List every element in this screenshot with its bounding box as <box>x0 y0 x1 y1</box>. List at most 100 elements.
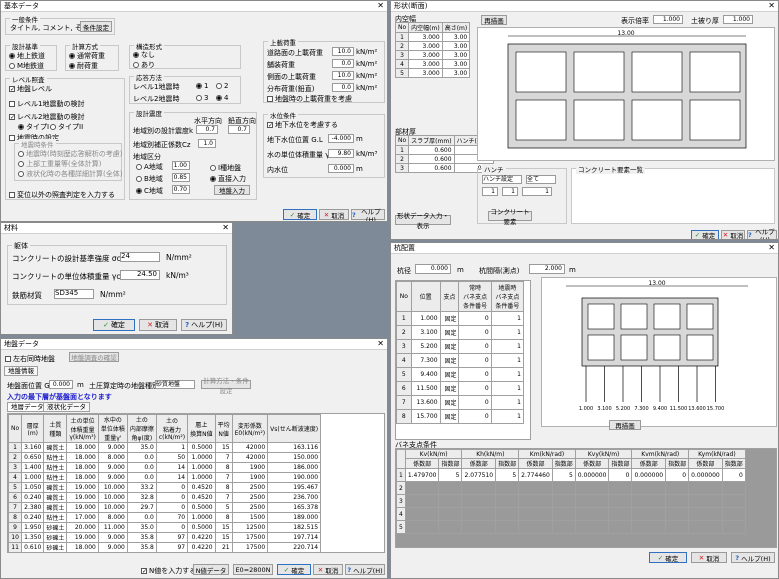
soil-row[interactable]: 1 3.160 礫質土 18.000 9.000 35.0 1 0.5000 15 42000 16… <box>8 442 326 453</box>
spring-cell[interactable] <box>631 507 667 521</box>
inner-width-row-cell[interactable]: 3.000 <box>408 32 443 42</box>
soil-row-cell[interactable]: 1.0000 <box>187 462 216 473</box>
soil-row-cell[interactable]: 50 <box>155 452 189 463</box>
soil-row-cell[interactable]: 18.000 <box>66 472 99 483</box>
spring-cell[interactable] <box>574 507 610 521</box>
kh-v-field[interactable]: 0.7 <box>228 125 250 134</box>
inner-width-row-cell[interactable]: 3.00 <box>441 32 471 42</box>
soil-row[interactable]: 10 1.350 砂礫土 19.000 9.000 35.8 97 0.4220 15 17500… <box>8 532 326 543</box>
calc-radio-1[interactable]: 通常荷重 <box>69 51 105 61</box>
spring-cell[interactable] <box>461 481 497 495</box>
soil-row-cell[interactable]: 9.000 <box>97 462 128 473</box>
soil-row-cell[interactable]: 1.0000 <box>187 472 216 483</box>
pile-row-cell[interactable]: 1 <box>490 325 525 340</box>
spring-cell[interactable] <box>631 481 667 495</box>
thickness-row-cell[interactable]: 0.600 <box>408 163 455 173</box>
help-button[interactable]: ? ヘルプ(H) <box>351 208 385 221</box>
spring-cell[interactable]: 4 <box>396 507 406 521</box>
soil-row-cell[interactable]: 8 <box>8 512 23 523</box>
soil-row-cell[interactable]: 19.000 <box>66 492 99 503</box>
inner-width-row[interactable]: 4 3.000 3.00 <box>394 59 471 69</box>
soil-row-cell[interactable]: 220.714 <box>267 542 322 552</box>
spring-cell[interactable] <box>665 507 690 521</box>
pile-row-cell[interactable]: 固定 <box>439 353 460 368</box>
pile-row-cell[interactable]: 1 <box>490 381 525 396</box>
soil-row-cell[interactable]: 35.8 <box>126 542 157 552</box>
soil-row-cell[interactable]: 19.000 <box>66 502 99 513</box>
inner-width-row-cell[interactable]: 5 <box>394 68 410 78</box>
soil-row-cell[interactable]: 9.000 <box>97 542 128 552</box>
left-right-check[interactable]: 左右同時地盤 <box>5 354 55 364</box>
spring-grid[interactable]: Kv(kN/m) Kh(kN/m) Km(kN/rad) Kvy(kN/m) Kvm(k… <box>396 449 746 534</box>
pile-row-cell[interactable]: 固定 <box>439 395 460 410</box>
soil-row-cell[interactable]: 0 <box>155 482 189 493</box>
soil-row-cell[interactable]: 15 <box>214 522 233 533</box>
close-icon[interactable]: ✕ <box>768 2 775 10</box>
inner-width-row[interactable]: 3 3.000 3.00 <box>394 50 471 60</box>
soil-row-cell[interactable]: 236.700 <box>267 492 322 503</box>
pile-row-cell[interactable]: 2 <box>396 325 412 340</box>
soil-row-cell[interactable]: 1.350 <box>21 532 45 543</box>
soil-row[interactable]: 11 0.610 砂礫土 18.000 9.000 35.8 97 0.4220 21 17500… <box>8 542 326 552</box>
kh-h-field[interactable]: 0.7 <box>196 125 218 134</box>
spring-cell[interactable]: 3 <box>396 494 406 508</box>
soil-row-cell[interactable]: 15 <box>214 532 233 543</box>
soil-row-cell[interactable]: 粘性土 <box>43 472 68 483</box>
calc-radio-2[interactable]: 耐荷重 <box>69 61 98 71</box>
pile-row[interactable]: 8 15.700 固定 0 1 <box>396 409 525 424</box>
spring-row[interactable]: 4 <box>396 507 746 521</box>
spring-cell[interactable] <box>518 494 553 508</box>
spring-cell[interactable]: 0.000000 <box>574 468 610 482</box>
soil-row-cell[interactable]: 97 <box>155 542 189 552</box>
inner-width-row-cell[interactable]: 3.000 <box>408 68 443 78</box>
pile-row[interactable]: 5 9.400 固定 0 1 <box>396 367 525 382</box>
soil-row-cell[interactable]: 1.0000 <box>187 512 216 523</box>
soil-row-cell[interactable]: 150.000 <box>267 452 322 463</box>
soil-row[interactable]: 12 <box>9 553 326 554</box>
spring-cell[interactable] <box>461 520 497 534</box>
conc-unit-weight-field[interactable]: 24.50 <box>120 270 160 280</box>
thickness-row-cell[interactable]: 3 <box>394 163 410 173</box>
soil-row-cell[interactable]: 18.000 <box>66 542 99 552</box>
soil-row[interactable]: 3 1.400 粘性土 18.000 9.000 0.0 14 1.0000 8 1900 186.… <box>8 462 326 473</box>
soil-row-cell[interactable]: 0 <box>155 522 189 533</box>
soil-row-cell[interactable]: 19.000 <box>66 482 99 493</box>
spring-cell[interactable] <box>665 494 690 508</box>
soil-row-cell[interactable]: 0.5000 <box>187 442 216 453</box>
pile-row-cell[interactable]: 11.500 <box>410 381 441 396</box>
pile-row-cell[interactable]: 8 <box>396 409 412 424</box>
pile-row[interactable]: 3 5.200 固定 0 1 <box>396 339 525 354</box>
soil-row-cell[interactable]: 0.4520 <box>187 482 216 493</box>
pile-row-cell[interactable]: 0 <box>458 353 492 368</box>
redraw-button[interactable]: 再描画 <box>609 420 641 430</box>
close-icon[interactable]: ✕ <box>377 340 384 348</box>
spring-cell[interactable] <box>551 481 576 495</box>
soil-row-cell[interactable]: 8.000 <box>97 452 128 463</box>
ok-button[interactable]: ✓ 確定 <box>283 209 317 220</box>
soil-row-cell[interactable]: 0.0 <box>126 462 157 473</box>
inner-width-row-cell[interactable]: 3.000 <box>408 50 443 60</box>
spring-row[interactable]: 1 1.479700 5 2.077510 5 2.774460 5 0.000000 0 0.0… <box>396 468 746 482</box>
soil-row[interactable]: 4 1.000 粘性土 18.000 9.000 0.0 14 1.0000 7 1900 190.… <box>8 472 326 483</box>
soil-row-cell[interactable] <box>268 553 321 554</box>
soil-row-cell[interactable]: 砂礫土 <box>43 522 68 533</box>
soil-row-cell[interactable]: 0 <box>155 492 189 503</box>
spring-cell[interactable] <box>404 494 440 508</box>
soil-row-cell[interactable]: 3 <box>8 462 23 473</box>
soil-row-cell[interactable]: 18.000 <box>66 442 99 453</box>
inner-width-row-cell[interactable]: 3.000 <box>408 41 443 51</box>
spring-cell[interactable] <box>608 494 633 508</box>
pile-row-cell[interactable]: 7 <box>396 395 412 410</box>
spring-cell[interactable] <box>518 507 553 521</box>
inner-width-row[interactable]: 2 3.000 3.00 <box>394 41 471 51</box>
soil-row-cell[interactable]: 0.650 <box>21 452 45 463</box>
spring-cell[interactable] <box>495 481 520 495</box>
spring-cell[interactable] <box>495 507 520 521</box>
pile-row-cell[interactable]: 0 <box>458 409 492 424</box>
soil-row-cell[interactable] <box>215 553 232 554</box>
soil-row-cell[interactable] <box>98 553 127 554</box>
spring-cell[interactable]: 5 <box>551 468 576 482</box>
soil-grid[interactable]: No 層厚 (m) 土質 種類 土の単位 体積重量 γ(kN/m³) 水中の 単位体積 重量γ' 土の… <box>8 414 326 554</box>
spring-cell[interactable] <box>608 481 633 495</box>
pile-row-cell[interactable]: 4 <box>396 353 412 368</box>
